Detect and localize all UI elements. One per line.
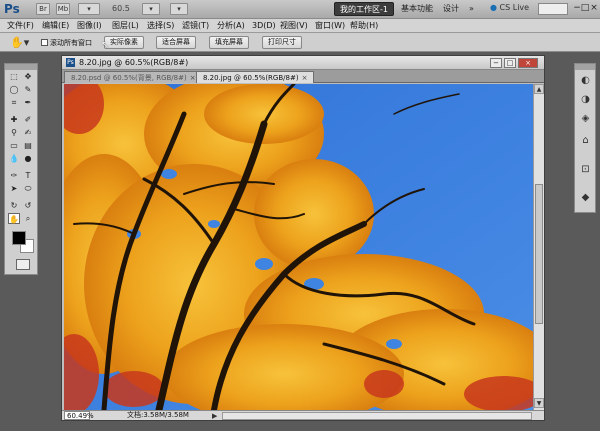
navigator-panel-icon[interactable]: ⊡ (579, 163, 592, 176)
screen-mode-button[interactable]: ▾ (170, 3, 188, 15)
crop-tool-icon[interactable]: ⌗ (8, 97, 20, 108)
collapsed-panels-dock: ◐ ◑ ◈ ⌂ ⊡ ◆ (574, 63, 596, 213)
scroll-down-icon[interactable]: ▼ (534, 398, 544, 408)
doc-close-button[interactable]: × (518, 58, 538, 68)
color-panel-icon[interactable]: ◐ (579, 74, 592, 87)
document-title: 8.20.jpg @ 60.5%(RGB/8#) (79, 58, 189, 67)
vertical-scrollbar[interactable]: ▲ ▼ (533, 84, 544, 410)
status-menu-arrow-icon[interactable]: ▶ (212, 412, 217, 420)
history-panel-icon[interactable]: ⌂ (579, 134, 592, 147)
dodge-tool-icon[interactable]: ● (22, 153, 34, 164)
document-window: Ps 8.20.jpg @ 60.5%(RGB/8#) − □ × 8.20.p… (61, 55, 545, 421)
pen-tool-icon[interactable]: ✑ (8, 170, 20, 181)
hand-tool-button-icon[interactable]: ✋ (8, 213, 20, 224)
bridge-button[interactable]: Br (36, 3, 50, 15)
mouse-cursor-icon: ↖ (101, 40, 110, 51)
menu-3d[interactable]: 3D(D) (252, 20, 276, 32)
menu-layer[interactable]: 图层(L) (112, 20, 139, 32)
menu-image[interactable]: 图像(I) (77, 20, 102, 32)
status-doc-size: 文档:3.58M/3.58M (127, 411, 189, 419)
tools-panel: ⬚ ✥ ◯ ✎ ⌗ ✒ ✚ ✐ ⚲ ✍ ▭ ▤ 💧 ● ✑ T ➤ ⬭ ↻ ↺ … (4, 63, 38, 275)
status-zoom-field[interactable]: 60.49% (64, 411, 94, 420)
eyedropper-tool-icon[interactable]: ✒ (22, 97, 34, 108)
eraser-tool-icon[interactable]: ▭ (8, 140, 20, 151)
view-extras-button[interactable]: ▾ (78, 3, 100, 15)
workspace-active-button[interactable]: 我的工作区-1 (334, 2, 394, 16)
app-title-bar: Ps Br Mb ▾ 60.5 ▾ ▾ 我的工作区-1 基本功能 设计 » ● … (0, 0, 600, 19)
panel-dock-header[interactable] (575, 64, 595, 70)
styles-panel-icon[interactable]: ◈ (579, 112, 592, 125)
workspace-essentials-button[interactable]: 基本功能 (396, 2, 438, 16)
menu-file[interactable]: 文件(F) (7, 20, 34, 32)
search-field[interactable] (538, 3, 568, 15)
zoom-tool-icon[interactable]: ⌕ (22, 213, 34, 224)
cs-live-button[interactable]: ● CS Live (490, 3, 529, 12)
autumn-tree-photo (64, 84, 533, 410)
3d-orbit-tool-icon[interactable]: ↺ (22, 200, 34, 211)
doc-maximize-button[interactable]: □ (504, 58, 516, 68)
fill-screen-button[interactable]: 填充屏幕 (209, 36, 249, 49)
scroll-all-windows-label: 滚动所有窗口 (50, 39, 92, 47)
tab-8-20-jpg[interactable]: 8.20.jpg @ 60.5%(RGB/8#) × (196, 71, 315, 83)
quick-select-tool-icon[interactable]: ✎ (22, 84, 34, 95)
ps-document-icon: Ps (66, 58, 75, 67)
history-brush-tool-icon[interactable]: ✍ (22, 127, 34, 138)
vertical-scroll-thumb[interactable] (535, 184, 543, 324)
layers-panel-icon[interactable]: ◆ (579, 191, 592, 204)
move-tool-icon[interactable]: ✥ (22, 71, 34, 82)
horizontal-scrollbar[interactable] (222, 412, 532, 420)
close-window-button[interactable]: × (589, 2, 599, 14)
tab-8-20-psd[interactable]: 8.20.psd @ 60.5%(背景, RGB/8#) × (64, 71, 203, 83)
menu-filter[interactable]: 滤镜(T) (182, 20, 209, 32)
menu-edit[interactable]: 编辑(E) (42, 20, 69, 32)
marquee-tool-icon[interactable]: ⬚ (8, 71, 20, 82)
photoshop-logo: Ps (4, 2, 20, 16)
type-tool-icon[interactable]: T (22, 170, 34, 181)
clone-stamp-tool-icon[interactable]: ⚲ (8, 127, 20, 138)
scroll-all-windows-checkbox[interactable] (41, 39, 48, 46)
image-canvas[interactable] (64, 84, 533, 410)
cs-live-icon: ● (490, 3, 497, 12)
lasso-tool-icon[interactable]: ◯ (8, 84, 20, 95)
actual-pixels-button[interactable]: 实际像素 (104, 36, 144, 49)
scroll-up-icon[interactable]: ▲ (534, 84, 544, 94)
hand-tool-icon[interactable]: ✋▾ (10, 36, 29, 49)
tab-label: 8.20.jpg @ 60.5%(RGB/8#) (203, 74, 299, 82)
brush-tool-icon[interactable]: ✐ (22, 114, 34, 125)
document-title-bar[interactable]: Ps 8.20.jpg @ 60.5%(RGB/8#) − □ × (62, 56, 544, 70)
mini-bridge-button[interactable]: Mb (56, 3, 70, 15)
shape-tool-icon[interactable]: ⬭ (22, 183, 34, 194)
tab-close-icon[interactable]: × (190, 74, 196, 82)
doc-minimize-button[interactable]: − (490, 58, 502, 68)
zoom-level[interactable]: 60.5 (112, 4, 130, 13)
blur-tool-icon[interactable]: 💧 (8, 153, 20, 164)
tools-panel-header[interactable] (5, 64, 37, 70)
menu-help[interactable]: 帮助(H) (350, 20, 378, 32)
menu-window[interactable]: 窗口(W) (315, 20, 345, 32)
menu-analysis[interactable]: 分析(A) (217, 20, 245, 32)
menu-select[interactable]: 选择(S) (147, 20, 174, 32)
workspace-design-button[interactable]: 设计 (438, 2, 464, 16)
foreground-color-swatch[interactable] (12, 231, 26, 245)
gradient-tool-icon[interactable]: ▤ (22, 140, 34, 151)
tab-close-icon[interactable]: × (302, 74, 308, 82)
more-workspaces-button[interactable]: » (464, 2, 479, 16)
arrange-documents-button[interactable]: ▾ (142, 3, 160, 15)
quick-mask-icon[interactable] (16, 259, 30, 270)
cs-live-label: CS Live (499, 3, 530, 12)
fit-screen-button[interactable]: 适合屏幕 (156, 36, 196, 49)
document-status-bar: 60.49% 文档:3.58M/3.58M ▶ (62, 410, 544, 420)
3d-rotate-tool-icon[interactable]: ↻ (8, 200, 20, 211)
adjustments-panel-icon[interactable]: ◑ (579, 93, 592, 106)
options-bar: ✋▾ 滚动所有窗口 实际像素 适合屏幕 填充屏幕 打印尺寸 (0, 33, 600, 52)
menu-view[interactable]: 视图(V) (280, 20, 308, 32)
print-size-button[interactable]: 打印尺寸 (262, 36, 302, 49)
menu-bar: 文件(F) 编辑(E) 图像(I) 图层(L) 选择(S) 滤镜(T) 分析(A… (0, 19, 600, 33)
document-tabs: 8.20.psd @ 60.5%(背景, RGB/8#) × 8.20.jpg @… (62, 70, 544, 83)
path-select-tool-icon[interactable]: ➤ (8, 183, 20, 194)
healing-brush-tool-icon[interactable]: ✚ (8, 114, 20, 125)
tab-label: 8.20.psd @ 60.5%(背景, RGB/8#) (71, 74, 187, 82)
